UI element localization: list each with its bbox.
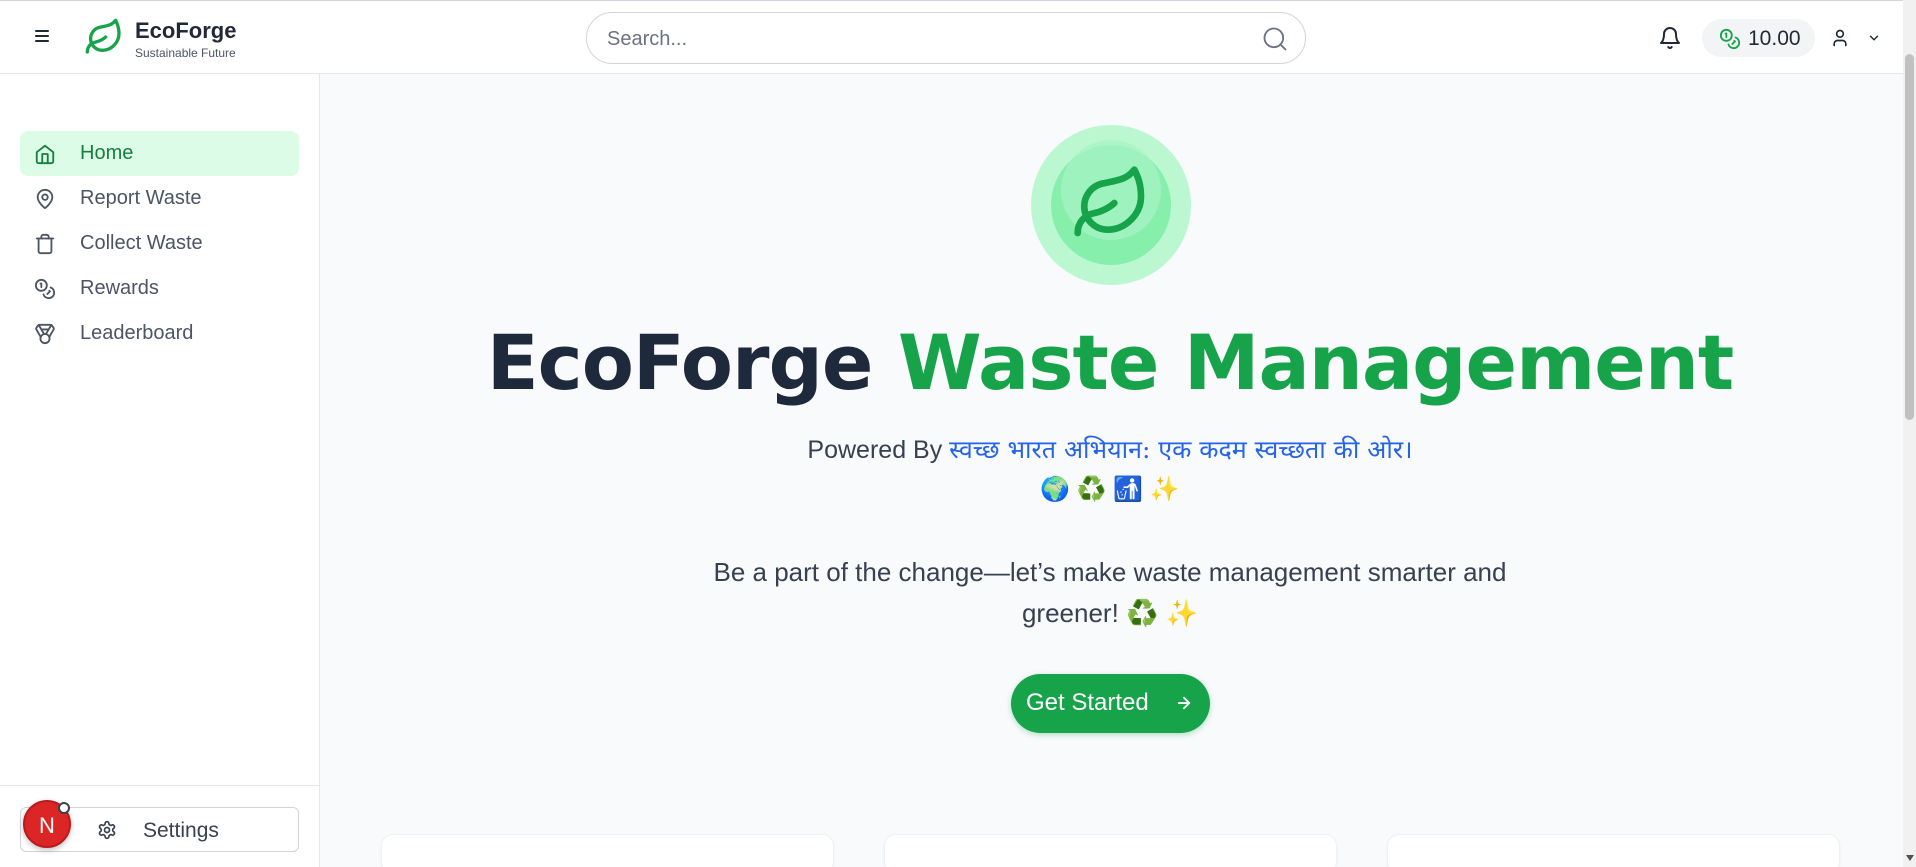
sidebar-item-label: Rewards xyxy=(80,277,159,299)
sidebar-item-report-waste[interactable]: Report Waste xyxy=(20,176,299,221)
balance-badge: 10.00 xyxy=(1702,19,1815,57)
powered-prefix: Powered By xyxy=(807,436,943,464)
trash-icon xyxy=(35,233,55,255)
leaf-icon xyxy=(1074,166,1145,237)
get-started-label: Get Started xyxy=(1026,689,1149,716)
arrow-right-icon xyxy=(1177,696,1191,710)
page-title: EcoForge Waste Management xyxy=(320,318,1900,407)
title-brand: EcoForge xyxy=(486,318,874,407)
leaf-logo-icon xyxy=(85,18,121,54)
sidebar-item-label: Report Waste xyxy=(80,187,202,209)
powered-hindi: स्वच्छ भारत अभियान: एक कदम स्वच्छता की ओ… xyxy=(949,435,1413,464)
chevron-down-icon[interactable] xyxy=(1866,31,1882,45)
sidebar-item-collect-waste[interactable]: Collect Waste xyxy=(20,221,299,266)
search-bar xyxy=(586,12,1306,64)
settings-label: Settings xyxy=(143,819,219,842)
search-input[interactable] xyxy=(607,25,1227,53)
get-started-button[interactable]: Get Started xyxy=(1011,674,1210,733)
user-icon[interactable] xyxy=(1830,28,1850,48)
avatar-status-dot xyxy=(58,802,70,814)
scrollbar[interactable] xyxy=(1903,0,1916,867)
sidebar: Home Report Waste Collect Waste Rewards … xyxy=(0,74,320,867)
brand-name: EcoForge xyxy=(135,18,237,43)
map-pin-icon xyxy=(36,188,54,210)
bell-icon[interactable] xyxy=(1658,26,1682,50)
balance-value: 10.00 xyxy=(1748,27,1801,50)
sidebar-item-label: Home xyxy=(80,142,134,164)
sidebar-item-label: Leaderboard xyxy=(80,322,194,344)
hero-tagline: Be a part of the change—let’s make waste… xyxy=(713,557,1507,628)
sidebar-item-rewards[interactable]: Rewards xyxy=(20,266,299,311)
scrollbar-thumb[interactable] xyxy=(1905,54,1914,420)
home-icon xyxy=(35,144,55,165)
search-icon[interactable] xyxy=(1261,25,1289,53)
medal-icon xyxy=(35,323,55,345)
powered-by-line: Powered By स्वच्छ भारत अभियान: एक कदम स्… xyxy=(320,432,1900,466)
coins-icon xyxy=(1719,28,1741,50)
gear-icon xyxy=(98,820,116,840)
title-accent: Waste Management xyxy=(897,318,1734,407)
feature-card xyxy=(1387,834,1840,867)
sidebar-item-leaderboard[interactable]: Leaderboard xyxy=(20,311,299,356)
sidebar-item-home[interactable]: Home xyxy=(20,131,299,176)
coins-icon xyxy=(34,278,56,300)
emoji-row: 🌍 ♻️ 🚮 ✨ xyxy=(1040,476,1180,503)
sidebar-item-label: Collect Waste xyxy=(80,232,203,254)
scroll-down-arrow[interactable] xyxy=(1906,855,1914,861)
feature-card xyxy=(884,834,1337,867)
top-header: EcoForge Sustainable Future 10.00 xyxy=(0,0,1916,74)
hero-leaf-badge xyxy=(1031,125,1191,285)
menu-icon[interactable] xyxy=(30,27,54,49)
feature-card xyxy=(381,834,834,867)
brand-tagline: Sustainable Future xyxy=(135,46,236,60)
